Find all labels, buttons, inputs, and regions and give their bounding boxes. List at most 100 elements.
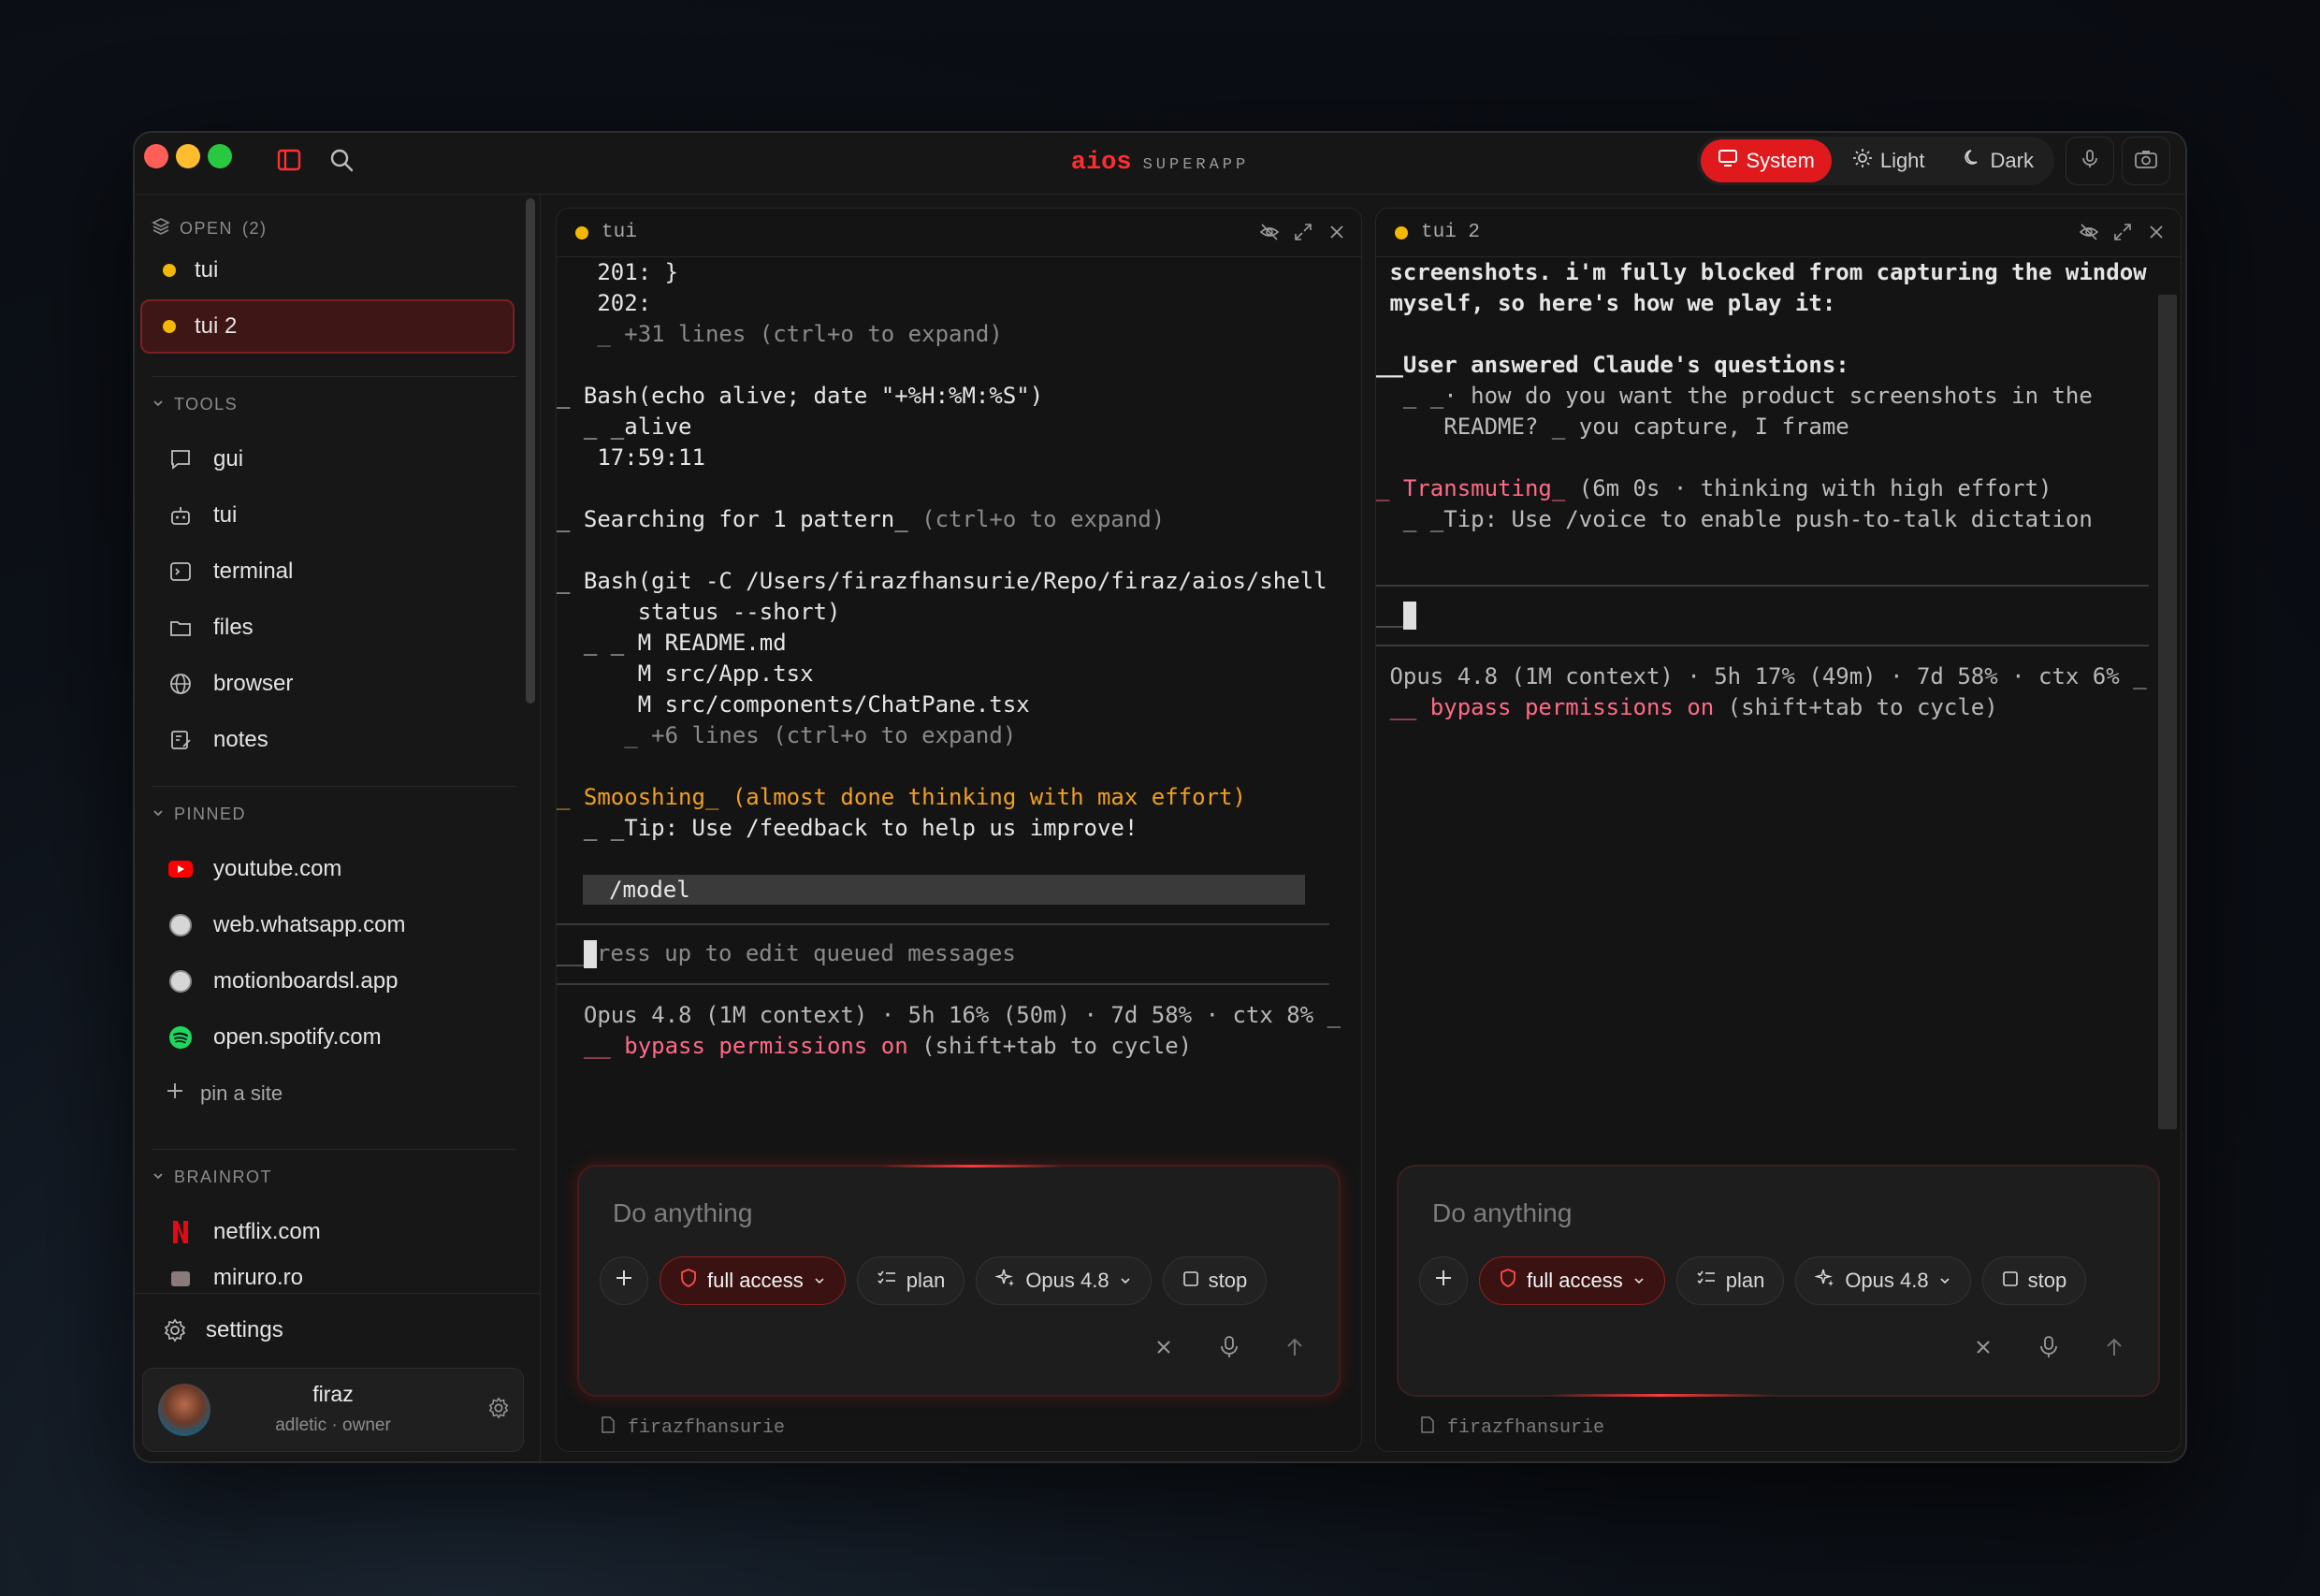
divider: [1376, 645, 2149, 646]
sidebar-pinned-youtube[interactable]: youtube.com: [140, 842, 515, 896]
sidebar-tool-browser[interactable]: browser: [140, 657, 515, 711]
sidebar-pinned-whatsapp[interactable]: web.whatsapp.com: [140, 898, 515, 952]
sidebar-tool-files[interactable]: files: [140, 601, 515, 655]
queued-command[interactable]: /model: [583, 875, 1305, 905]
model-label: Opus 4.8: [1025, 1269, 1109, 1292]
sidebar-open-item-tui-2[interactable]: tui 2: [140, 299, 515, 354]
plan-label: plan: [906, 1269, 946, 1292]
sidebar-tool-tui[interactable]: tui: [140, 488, 515, 543]
pane-footer: firazfhansurie: [1419, 1415, 1604, 1441]
plan-label: plan: [1725, 1269, 1765, 1292]
terminal-line: M src/components/ChatPane.tsx: [557, 691, 1030, 718]
add-attachment-button[interactable]: [600, 1256, 648, 1305]
theme-light-button[interactable]: Light: [1835, 139, 1942, 182]
divider: [152, 786, 516, 787]
theme-system-button[interactable]: System: [1701, 139, 1832, 182]
theme-dark-label: Dark: [1990, 149, 2034, 172]
plus-icon: [165, 1081, 185, 1107]
terminal-line: 17:59:11: [557, 444, 705, 471]
model-dropdown[interactable]: Opus 4.8: [976, 1256, 1152, 1305]
pane-footer: firazfhansurie: [600, 1415, 785, 1441]
terminal-output[interactable]: screenshots. i'm fully blocked from capt…: [1376, 257, 2181, 1163]
terminal-line: _ Bash(echo alive; date "+%H:%M:%S"): [557, 383, 1044, 409]
user-settings-gear-icon[interactable]: [487, 1397, 510, 1424]
pin-site-label: pin a site: [200, 1081, 283, 1105]
mic-icon[interactable]: [2035, 1333, 2063, 1361]
theme-dark-button[interactable]: Dark: [1946, 139, 2051, 182]
sidebar-brainrot-miruro[interactable]: miruro.ro: [140, 1261, 515, 1293]
permissions-hint: (shift+tab to cycle): [1714, 694, 1998, 720]
sidebar-pinned-spotify[interactable]: open.spotify.com: [140, 1010, 515, 1065]
composer-input[interactable]: Do anything: [1432, 1198, 1572, 1228]
sidebar-pinned-motionboards[interactable]: motionboardsl.app: [140, 954, 515, 1008]
sidebar-tool-notes[interactable]: notes: [140, 713, 515, 767]
user-card[interactable]: firaz adletic · owner: [142, 1368, 524, 1452]
input-hint: ress up to edit queued messages: [596, 940, 1016, 966]
send-arrow-up-icon[interactable]: [2100, 1333, 2128, 1361]
section-tools-header[interactable]: TOOLS: [152, 395, 238, 414]
input-line[interactable]: __ ress up to edit queued messages: [557, 938, 1016, 969]
clear-close-icon[interactable]: [1150, 1333, 1178, 1361]
terminal-output[interactable]: 201: } 202: _ +31 lines (ctrl+o to expan…: [557, 257, 1361, 1163]
terminal-pane-tui: tui 201: } 202: _ +31 lines (ctrl+o to e…: [556, 208, 1362, 1452]
terminal-line: _ _alive: [557, 414, 692, 440]
sidebar-tool-terminal[interactable]: terminal: [140, 544, 515, 599]
send-arrow-up-icon[interactable]: [1281, 1333, 1309, 1361]
chevron-down-icon: [1632, 1269, 1646, 1293]
section-open-label: OPEN: [180, 219, 234, 238]
terminal-status-text: _ Transmuting_: [1376, 475, 1566, 501]
sidebar-item-label: terminal: [213, 559, 294, 584]
model-dropdown[interactable]: Opus 4.8: [1795, 1256, 1971, 1305]
chevron-down-icon: [152, 805, 165, 824]
access-mode-dropdown[interactable]: full access: [660, 1256, 846, 1305]
sidebar-item-label: tui: [213, 502, 238, 528]
sidebar-item-label: gui: [213, 446, 244, 472]
model-label: Opus 4.8: [1845, 1269, 1929, 1292]
stop-button[interactable]: stop: [1162, 1256, 1268, 1305]
sidebar-brainrot-netflix[interactable]: netflix.com: [140, 1205, 515, 1259]
pane-title: tui 2: [1421, 222, 1481, 243]
clear-close-icon[interactable]: [1969, 1333, 1997, 1361]
status-dot: [575, 225, 588, 239]
terminal-tip-line: _ _Tip: Use /voice to enable push-to-tal…: [1376, 506, 2093, 532]
section-brainrot-label: BRAINROT: [174, 1168, 273, 1186]
mic-icon[interactable]: [1215, 1333, 1243, 1361]
site-favicon-icon: [167, 967, 195, 995]
section-brainrot-header[interactable]: BRAINROT: [152, 1168, 272, 1187]
sidebar-scrollbar[interactable]: [526, 198, 535, 704]
input-line[interactable]: __: [1376, 600, 1416, 631]
close-icon[interactable]: [2145, 221, 2168, 243]
folder-icon: [167, 614, 195, 642]
composer-input[interactable]: Do anything: [613, 1198, 752, 1228]
terminal-line: README? _ you capture, I frame: [1376, 414, 1849, 440]
settings-button[interactable]: settings: [140, 1303, 515, 1357]
sidebar-item-label: files: [213, 615, 254, 640]
mic-button[interactable]: [2066, 137, 2114, 185]
stop-button[interactable]: stop: [1981, 1256, 2087, 1305]
sparkle-icon: [994, 1268, 1016, 1294]
permissions-line: __ bypass permissions on (shift+tab to c…: [557, 1031, 1192, 1062]
terminal-status-detail: (6m 0s · thinking with high effort): [1565, 475, 2052, 501]
sidebar-open-item-tui[interactable]: tui: [140, 243, 515, 297]
sidebar-item-label: open.spotify.com: [213, 1024, 382, 1050]
user-name: firaz: [312, 1382, 354, 1406]
terminal-line: _ +6 lines (ctrl+o to expand): [557, 722, 1017, 748]
section-pinned-header[interactable]: PINNED: [152, 805, 246, 824]
divider: [1376, 585, 2149, 587]
expand-icon[interactable]: [2111, 221, 2134, 243]
terminal-line: 202:: [557, 290, 652, 316]
plan-button[interactable]: plan: [856, 1256, 965, 1305]
pane-title: tui: [602, 222, 637, 243]
eye-off-icon[interactable]: [1258, 221, 1281, 243]
shield-icon: [1499, 1268, 1517, 1294]
screenshot-button[interactable]: [2122, 137, 2170, 185]
close-icon[interactable]: [1326, 221, 1348, 243]
add-attachment-button[interactable]: [1419, 1256, 1468, 1305]
access-mode-dropdown[interactable]: full access: [1479, 1256, 1665, 1305]
sidebar-tool-gui[interactable]: gui: [140, 432, 515, 486]
plan-button[interactable]: plan: [1675, 1256, 1785, 1305]
eye-off-icon[interactable]: [2078, 221, 2100, 243]
expand-icon[interactable]: [1292, 221, 1314, 243]
terminal-scrollbar[interactable]: [2158, 295, 2177, 1129]
pin-site-button[interactable]: pin a site: [140, 1066, 515, 1121]
